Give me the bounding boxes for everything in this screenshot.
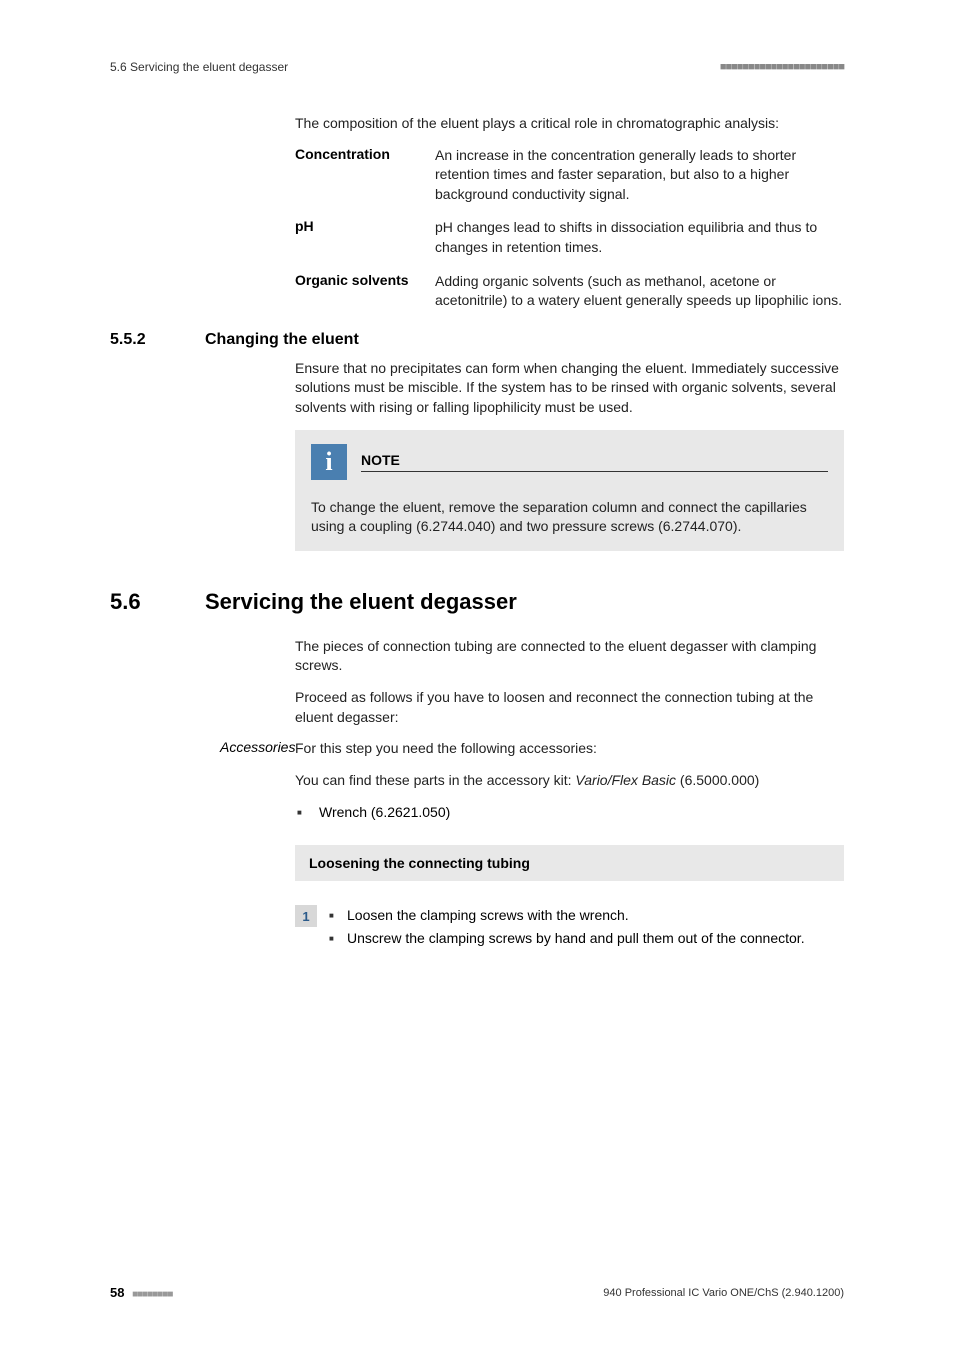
accessories-list: Wrench (6.2621.050) [295,802,844,823]
procedure-title: Loosening the connecting tubing [295,845,844,881]
footer-decoration: ■■■■■■■■ [132,1289,172,1300]
subsection-number: 5.5.2 [110,331,205,349]
note-text: To change the eluent, remove the separat… [311,498,828,537]
subsection-title: Changing the eluent [205,331,359,349]
kit-number: (6.5000.000) [676,772,759,788]
list-item: Unscrew the clamping screws by hand and … [327,928,844,948]
section-paragraph: The pieces of connection tubing are conn… [295,637,844,676]
header-decoration: ■■■■■■■■■■■■■■■■■■■■■■ [720,61,844,73]
section-heading: 5.6 Servicing the eluent degasser [110,589,844,615]
step-number: 1 [295,905,317,927]
procedure-step: 1 Loosen the clamping screws with the wr… [295,905,844,950]
note-label: NOTE [361,452,828,472]
definition-description: An increase in the concentration general… [435,146,844,205]
header-section-label: 5.6 Servicing the eluent degasser [110,60,288,74]
definition-term: Organic solvents [295,272,435,311]
section-title: Servicing the eluent degasser [205,589,517,615]
section-number: 5.6 [110,589,205,615]
intro-paragraph: The composition of the eluent plays a cr… [295,114,844,134]
step-bullet-list: Loosen the clamping screws with the wren… [327,905,844,950]
definition-list: Concentration An increase in the concent… [295,146,844,311]
kit-prefix: You can find these parts in the accessor… [295,772,575,788]
subsection-paragraph: Ensure that no precipitates can form whe… [295,359,844,418]
list-item: Loosen the clamping screws with the wren… [327,905,844,925]
definition-description: Adding organic solvents (such as methano… [435,272,844,311]
footer-document-id: 940 Professional IC Vario ONE/ChS (2.940… [603,1287,844,1299]
footer-page-number: 58 ■■■■■■■■ [110,1285,172,1300]
info-icon-glyph: i [325,449,332,475]
section-paragraph: Proceed as follows if you have to loosen… [295,688,844,727]
definition-row: Organic solvents Adding organic solvents… [295,272,844,311]
page-footer: 58 ■■■■■■■■ 940 Professional IC Vario ON… [110,1285,844,1300]
list-item: Wrench (6.2621.050) [313,802,844,823]
accessories-kit-line: You can find these parts in the accessor… [295,771,844,791]
kit-name: Vario/Flex Basic [575,772,676,788]
page-number: 58 [110,1285,124,1300]
note-header: i NOTE [311,444,828,480]
info-icon: i [311,444,347,480]
accessories-lead: For this step you need the following acc… [295,739,844,759]
note-box: i NOTE To change the eluent, remove the … [295,430,844,551]
subsection-heading: 5.5.2 Changing the eluent [110,331,844,349]
definition-row: pH pH changes lead to shifts in dissocia… [295,218,844,257]
definition-row: Concentration An increase in the concent… [295,146,844,205]
definition-description: pH changes lead to shifts in dissociatio… [435,218,844,257]
definition-term: pH [295,218,435,257]
page-header: 5.6 Servicing the eluent degasser ■■■■■■… [110,60,844,74]
definition-term: Concentration [295,146,435,205]
side-label-accessories: Accessories [220,739,295,755]
